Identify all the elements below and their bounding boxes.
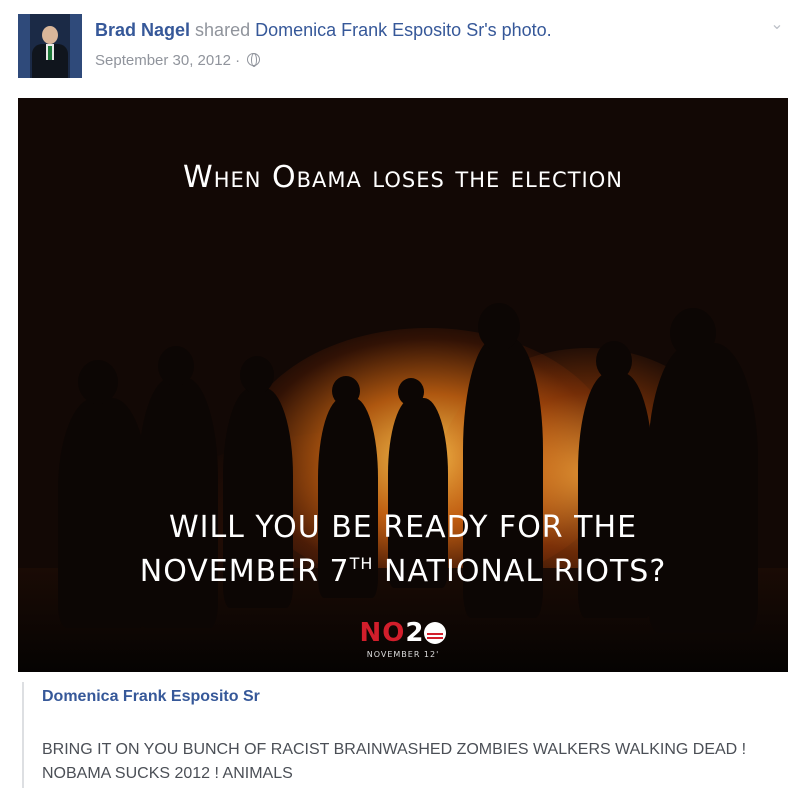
obama-logo-icon: [424, 622, 447, 644]
logo-subtitle: NOVEMBER 12': [366, 650, 440, 659]
author-link[interactable]: Brad Nagel: [95, 20, 190, 40]
date-text[interactable]: September 30, 2012 ·: [95, 52, 240, 69]
post-header: Brad Nagel shared Domenica Frank Esposit…: [18, 14, 788, 84]
caption-bottom-line1: WILL YOU BE READY FOR THE: [168, 510, 638, 545]
caption-line2-pre: NOVEMBER 7: [139, 554, 350, 589]
logo-no: NO: [359, 618, 406, 648]
logo-2: 2: [405, 618, 425, 648]
original-post-text: BRING IT ON YOU BUNCH OF RACIST BRAINWAS…: [42, 741, 747, 782]
caption-line2-sup: TH: [349, 554, 374, 573]
photo-caption-top: When Obama loses the election: [183, 160, 623, 195]
globe-icon[interactable]: [247, 53, 261, 67]
no2012-logo: NO2 NOVEMBER 12': [18, 618, 788, 659]
caption-line2-post: NATIONAL RIOTS?: [373, 554, 667, 589]
caption-bottom-line2: NOVEMBER 7TH NATIONAL RIOTS?: [18, 546, 788, 590]
avatar[interactable]: [18, 14, 82, 78]
post-date: September 30, 2012 ·: [95, 52, 261, 69]
photo-caption-bottom: WILL YOU BE READY FOR THE NOVEMBER 7TH N…: [18, 510, 788, 590]
original-post-attachment: Domenica Frank Esposito Sr BRING IT ON Y…: [22, 682, 788, 788]
shared-photo[interactable]: When Obama loses the election WILL YOU B…: [18, 98, 788, 672]
original-author-link[interactable]: Domenica Frank Esposito Sr: [42, 688, 260, 706]
post-meta: Brad Nagel shared Domenica Frank Esposit…: [95, 20, 552, 41]
shared-text: shared: [195, 20, 251, 40]
chevron-down-icon[interactable]: ⌄: [768, 16, 786, 34]
shared-source-link[interactable]: Domenica Frank Esposito Sr's photo.: [255, 20, 552, 40]
